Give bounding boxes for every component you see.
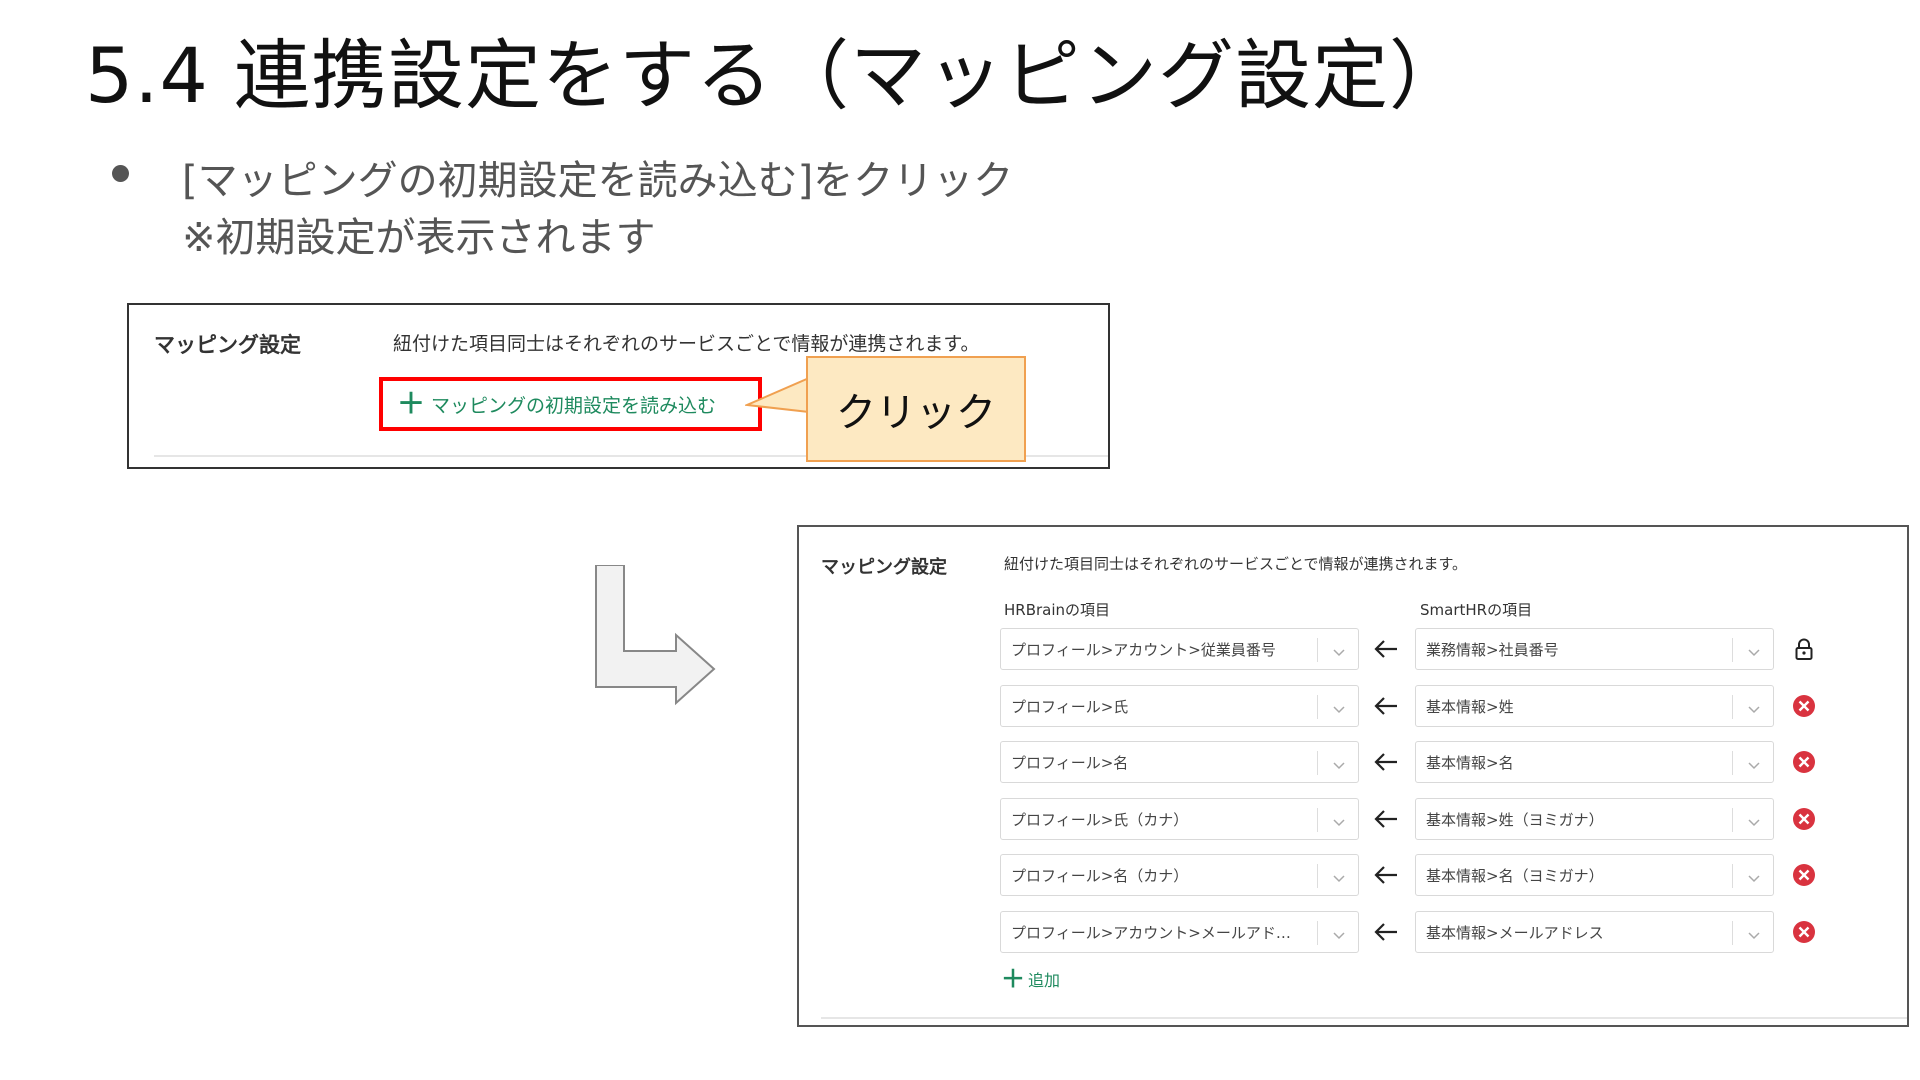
plus-icon: ＋ [1001,965,1025,993]
select-divider [1732,807,1733,832]
load-initial-mapping-label: マッピングの初期設定を読み込む [431,394,717,417]
hrbrain-field-select[interactable]: プロフィール>名 [1000,741,1359,783]
hrbrain-field-value: プロフィール>アカウント>従業員番号 [1011,641,1276,659]
mapping-row: プロフィール>氏 基本情報>姓 [1000,684,1820,727]
smarthr-field-select[interactable]: 基本情報>メールアドレス [1415,910,1774,953]
mapping-section-label: マッピング設定 [821,557,947,578]
lock-icon [1791,636,1817,662]
hrbrain-field-value: プロフィール>アカウント>メールアド… [1011,923,1291,942]
hrbrain-field-value: プロフィール>氏 [1011,697,1129,716]
smarthr-field-value: 基本情報>姓（ヨミガナ） [1426,810,1604,829]
select-divider [1732,638,1733,662]
mapping-description: 紐付けた項目同士はそれぞれのサービスごとで情報が連携されます。 [1004,555,1468,573]
callout-pointer [745,376,811,414]
smarthr-field-value: 基本情報>姓 [1426,697,1514,716]
arrow-left-icon [1371,920,1401,944]
mapping-row: プロフィール>アカウント>メールアド… 基本情報>メールアドレス [1000,910,1820,953]
chevron-down-icon [1332,700,1346,713]
slide-title: 5.4 連携設定をする（マッピング設定） [85,31,1467,120]
chevron-down-icon [1747,926,1761,939]
select-divider [1317,807,1318,832]
chevron-down-icon [1747,700,1761,713]
flow-arrow-icon [595,565,716,706]
select-divider [1317,864,1318,888]
chevron-down-icon [1747,869,1761,883]
hrbrain-field-select[interactable]: プロフィール>アカウント>従業員番号 [1000,628,1359,670]
select-divider [1732,920,1733,945]
smarthr-field-select[interactable]: 基本情報>姓（ヨミガナ） [1415,797,1774,840]
arrow-left-icon [1371,694,1401,718]
arrow-left-icon [1371,750,1401,774]
smarthr-field-value: 基本情報>メールアドレス [1426,923,1604,942]
smarthr-column-header: SmartHRの項目 [1420,601,1533,619]
click-callout: クリック [806,356,1026,462]
divider [821,1017,1907,1019]
smarthr-field-select[interactable]: 基本情報>名 [1415,741,1774,783]
mapping-row: プロフィール>氏（カナ） 基本情報>姓（ヨミガナ） [1000,797,1820,840]
mapping-description: 紐付けた項目同士はそれぞれのサービスごとで情報が連携されます。 [393,333,980,355]
arrow-left-icon [1371,863,1401,887]
mapping-row: プロフィール>名（カナ） 基本情報>名（ヨミガナ） [1000,854,1820,896]
hrbrain-column-header: HRBrainの項目 [1004,601,1111,619]
chevron-down-icon [1747,813,1761,826]
chevron-down-icon [1747,643,1761,657]
chevron-down-icon [1332,926,1346,939]
bullet-text-line2: ※初期設定が表示されます [182,215,656,261]
after-screenshot-panel: マッピング設定 紐付けた項目同士はそれぞれのサービスごとで情報が連携されます。 … [797,525,1909,1027]
select-divider [1732,751,1733,775]
hrbrain-field-select[interactable]: プロフィール>名（カナ） [1000,854,1359,896]
mapping-row: プロフィール>名 基本情報>名 [1000,741,1820,783]
remove-icon[interactable] [1791,919,1817,945]
hrbrain-field-select[interactable]: プロフィール>アカウント>メールアド… [1000,910,1359,953]
smarthr-field-select[interactable]: 業務情報>社員番号 [1415,628,1774,670]
chevron-down-icon [1332,813,1346,826]
load-initial-mapping-button[interactable]: ＋ マッピングの初期設定を読み込む [379,377,762,431]
smarthr-field-select[interactable]: 基本情報>姓 [1415,684,1774,727]
chevron-down-icon [1332,643,1346,657]
hrbrain-field-select[interactable]: プロフィール>氏（カナ） [1000,797,1359,840]
plus-icon: ＋ [397,387,426,420]
remove-icon[interactable] [1791,749,1817,775]
mapping-section-label: マッピング設定 [154,333,301,357]
smarthr-field-value: 業務情報>社員番号 [1426,641,1559,659]
select-divider [1732,694,1733,719]
chevron-down-icon [1747,756,1761,770]
hrbrain-field-value: プロフィール>名（カナ） [1011,867,1189,885]
select-divider [1317,638,1318,662]
mapping-row: プロフィール>アカウント>従業員番号 業務情報>社員番号 [1000,628,1820,670]
select-divider [1732,864,1733,888]
select-divider [1317,751,1318,775]
select-divider [1317,920,1318,945]
hrbrain-field-select[interactable]: プロフィール>氏 [1000,684,1359,727]
select-divider [1317,694,1318,719]
add-mapping-button[interactable]: ＋ 追加 [1001,967,1060,991]
arrow-left-icon [1371,807,1401,831]
add-mapping-label: 追加 [1028,971,1061,990]
smarthr-field-value: 基本情報>名（ヨミガナ） [1426,867,1604,885]
chevron-down-icon [1332,756,1346,770]
bullet-dot [112,165,129,182]
remove-icon[interactable] [1791,693,1817,719]
smarthr-field-value: 基本情報>名 [1426,754,1514,772]
hrbrain-field-value: プロフィール>名 [1011,754,1129,772]
hrbrain-field-value: プロフィール>氏（カナ） [1011,810,1189,829]
bullet-text-line1: [マッピングの初期設定を読み込む]をクリック [182,158,1014,204]
remove-icon[interactable] [1791,806,1817,832]
chevron-down-icon [1332,869,1346,883]
remove-icon[interactable] [1791,862,1817,888]
smarthr-field-select[interactable]: 基本情報>名（ヨミガナ） [1415,854,1774,896]
arrow-left-icon [1371,637,1401,661]
